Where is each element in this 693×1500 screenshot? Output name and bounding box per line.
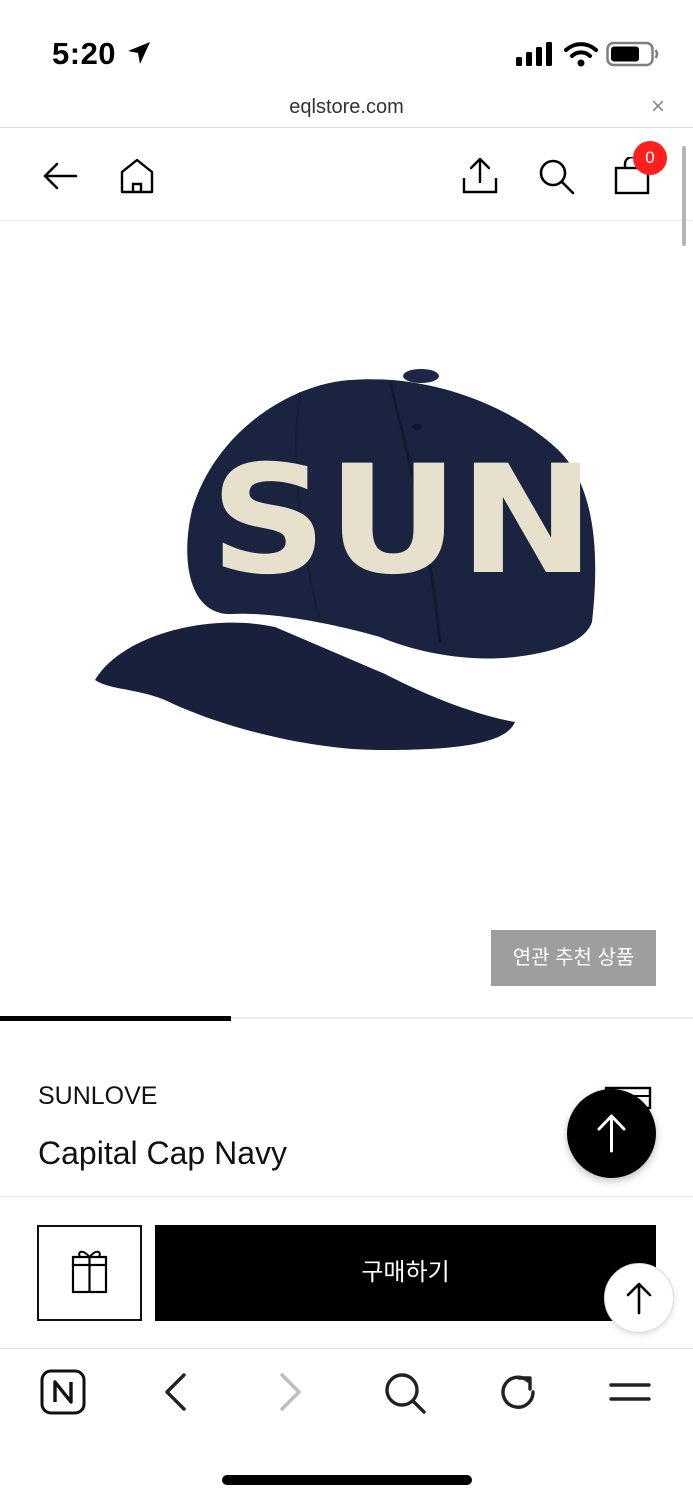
arrow-up-icon <box>597 1114 626 1153</box>
site-header <box>0 129 693 221</box>
refresh-icon[interactable] <box>495 1369 541 1415</box>
wifi-icon <box>564 42 598 67</box>
scroll-to-top-button[interactable] <box>567 1089 656 1178</box>
gift-icon <box>71 1250 108 1294</box>
brand-name[interactable]: SUNLOVE <box>38 1082 157 1111</box>
home-icon[interactable] <box>118 157 156 195</box>
cap-lettering: SUN <box>210 434 595 608</box>
back-arrow-icon[interactable] <box>41 157 79 195</box>
arrow-up-icon <box>626 1282 652 1315</box>
scroll-to-top-small-button[interactable] <box>604 1263 674 1333</box>
search-icon[interactable] <box>537 157 575 195</box>
url-text[interactable]: eqlstore.com <box>0 96 693 119</box>
chevron-right-icon[interactable] <box>267 1369 313 1415</box>
product-name: Capital Cap Navy <box>38 1135 287 1171</box>
cart-count-badge[interactable]: 0 <box>633 141 667 175</box>
share-icon[interactable] <box>461 157 499 195</box>
status-time: 5:20 <box>52 36 117 71</box>
chevron-left-icon[interactable] <box>153 1369 199 1415</box>
gift-button[interactable] <box>37 1225 142 1321</box>
battery-icon <box>606 41 659 67</box>
product-image-gallery[interactable]: SUN 연관 추천 상품 <box>0 222 693 1017</box>
related-products-button[interactable]: 연관 추천 상품 <box>491 930 656 986</box>
browser-url-bar[interactable]: eqlstore.com × <box>0 90 693 128</box>
divider <box>0 1196 693 1197</box>
naver-logo-icon[interactable] <box>40 1369 86 1415</box>
status-bar: 5:20 <box>0 0 693 90</box>
search-icon[interactable] <box>381 1369 427 1415</box>
home-indicator[interactable] <box>222 1475 472 1485</box>
gallery-progress-fill <box>0 1016 231 1021</box>
close-icon[interactable]: × <box>651 95 665 119</box>
cellular-signal-icon <box>516 42 552 66</box>
buy-button[interactable]: 구매하기 <box>155 1225 656 1321</box>
menu-icon[interactable] <box>607 1369 653 1415</box>
location-arrow-icon <box>128 42 150 64</box>
product-image-cap: SUN <box>95 369 596 750</box>
